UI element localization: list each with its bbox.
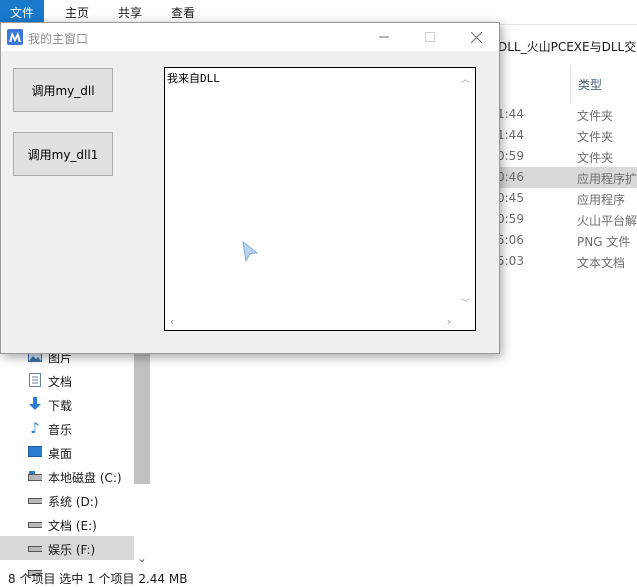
nav-item-label: 文档 (E:) xyxy=(48,519,97,533)
ribbon-tab-file[interactable]: 文件 xyxy=(0,0,44,24)
file-row[interactable]: 0:59 火山平台解 xyxy=(497,209,637,230)
documents-icon xyxy=(28,373,42,387)
output-text: 我来自DLL xyxy=(167,72,220,85)
file-type: 文件夹 xyxy=(577,130,614,144)
output-textbox[interactable]: 我来自DLL ︿ ﹀ ‹ › xyxy=(164,67,476,331)
nav-item-drive-e[interactable]: 文档 (E:) xyxy=(0,512,134,536)
title-bar[interactable]: 我的主窗口 xyxy=(1,23,499,51)
scroll-left-icon[interactable]: ‹ xyxy=(170,315,174,328)
file-row[interactable]: 5:03 文本文档 xyxy=(497,251,637,272)
drive-icon xyxy=(28,541,42,555)
drive-icon xyxy=(28,469,42,483)
file-type: 文件夹 xyxy=(577,109,614,123)
nav-item-label: 桌面 xyxy=(48,447,73,461)
file-row[interactable]: 1:44 文件夹 xyxy=(497,104,637,125)
file-row-selected[interactable]: 0:46 应用程序扩 xyxy=(497,167,637,188)
ribbon-tab-share[interactable]: 共享 xyxy=(118,0,142,24)
file-modified-time: 0:59 xyxy=(497,212,524,226)
nav-item-documents[interactable]: 文档 xyxy=(0,368,134,392)
file-type: 文件夹 xyxy=(577,151,614,165)
file-type: 文本文档 xyxy=(577,256,626,270)
file-modified-time: 5:03 xyxy=(497,254,524,268)
close-button[interactable] xyxy=(453,23,499,51)
file-row[interactable]: 1:44 文件夹 xyxy=(497,125,637,146)
maximize-button[interactable] xyxy=(407,23,453,51)
nav-item-downloads[interactable]: 下载 xyxy=(0,392,134,416)
navigation-pane: 图片 文档 下载 ♪ 音乐 桌面 本地磁盘 (C:) 系统 (D:) 文档 (E… xyxy=(0,340,150,578)
call-my-dll-button[interactable]: 调用my_dll xyxy=(13,68,113,112)
column-header-label: 类型 xyxy=(578,78,603,92)
scroll-down-icon[interactable]: ﹀ xyxy=(461,296,470,309)
nav-item-label: 娱乐 (F:) xyxy=(48,543,96,557)
file-row[interactable]: 0:59 文件夹 xyxy=(497,146,637,167)
app-logo-icon xyxy=(7,29,23,45)
nav-item-desktop[interactable]: 桌面 xyxy=(0,440,134,464)
minimize-button[interactable] xyxy=(361,23,407,51)
nav-item-label: 系统 (D:) xyxy=(48,495,99,509)
file-row[interactable]: 5:06 PNG 文件 xyxy=(497,230,637,251)
status-bar: 8 个项目 选中 1 个项目 2.44 MB xyxy=(8,572,188,586)
nav-scrollbar-thumb[interactable] xyxy=(134,340,150,484)
scroll-right-icon[interactable]: › xyxy=(447,315,451,328)
drive-icon xyxy=(28,493,42,507)
nav-item-drive-f[interactable]: 娱乐 (F:) xyxy=(0,536,134,560)
file-modified-time: 0:46 xyxy=(497,170,524,184)
music-icon: ♪ xyxy=(30,419,40,437)
file-modified-time: 0:59 xyxy=(497,149,524,163)
main-window: 我的主窗口 调用my_dll 调用my_dll1 我来自DLL ︿ ﹀ ‹ › xyxy=(0,22,500,354)
file-type: PNG 文件 xyxy=(577,235,631,249)
download-icon xyxy=(28,397,42,411)
window-title: 我的主窗口 xyxy=(28,32,89,46)
nav-item-music[interactable]: ♪ 音乐 xyxy=(0,416,134,440)
close-icon xyxy=(470,31,482,43)
file-type: 应用程序 xyxy=(577,193,626,207)
scroll-down-arrow-icon[interactable]: ⌄ xyxy=(136,552,148,566)
file-modified-time: 5:06 xyxy=(497,233,524,247)
file-type: 火山平台解 xyxy=(577,214,637,228)
maximize-icon xyxy=(425,32,435,42)
file-modified-time: 1:44 xyxy=(497,107,524,121)
drive-icon xyxy=(28,517,42,531)
file-modified-time: 0:45 xyxy=(497,191,524,205)
nav-item-drive-d[interactable]: 系统 (D:) xyxy=(0,488,134,512)
ribbon-tab-view[interactable]: 查看 xyxy=(171,0,195,24)
nav-item-label: 文档 xyxy=(48,375,73,389)
minimize-icon xyxy=(379,36,389,38)
call-my-dll1-button[interactable]: 调用my_dll1 xyxy=(13,132,113,176)
column-header-type[interactable]: 类型 xyxy=(570,66,637,104)
nav-item-label: 下载 xyxy=(48,399,73,413)
desktop-icon xyxy=(28,445,42,459)
address-bar-path[interactable]: DLL_火山PCEXE与DLL交互 xyxy=(498,36,637,58)
nav-item-drive-c[interactable]: 本地磁盘 (C:) xyxy=(0,464,134,488)
scroll-up-icon[interactable]: ︿ xyxy=(461,72,470,85)
mouse-cursor-icon xyxy=(242,240,259,263)
nav-item-label: 本地磁盘 (C:) xyxy=(48,471,122,485)
explorer-ribbon: 文件 主页 共享 查看 xyxy=(0,0,637,24)
file-row[interactable]: 0:45 应用程序 xyxy=(497,188,637,209)
file-modified-time: 1:44 xyxy=(497,128,524,142)
file-type: 应用程序扩 xyxy=(577,172,637,186)
nav-item-label: 音乐 xyxy=(48,423,73,437)
ribbon-tab-home[interactable]: 主页 xyxy=(65,0,89,24)
